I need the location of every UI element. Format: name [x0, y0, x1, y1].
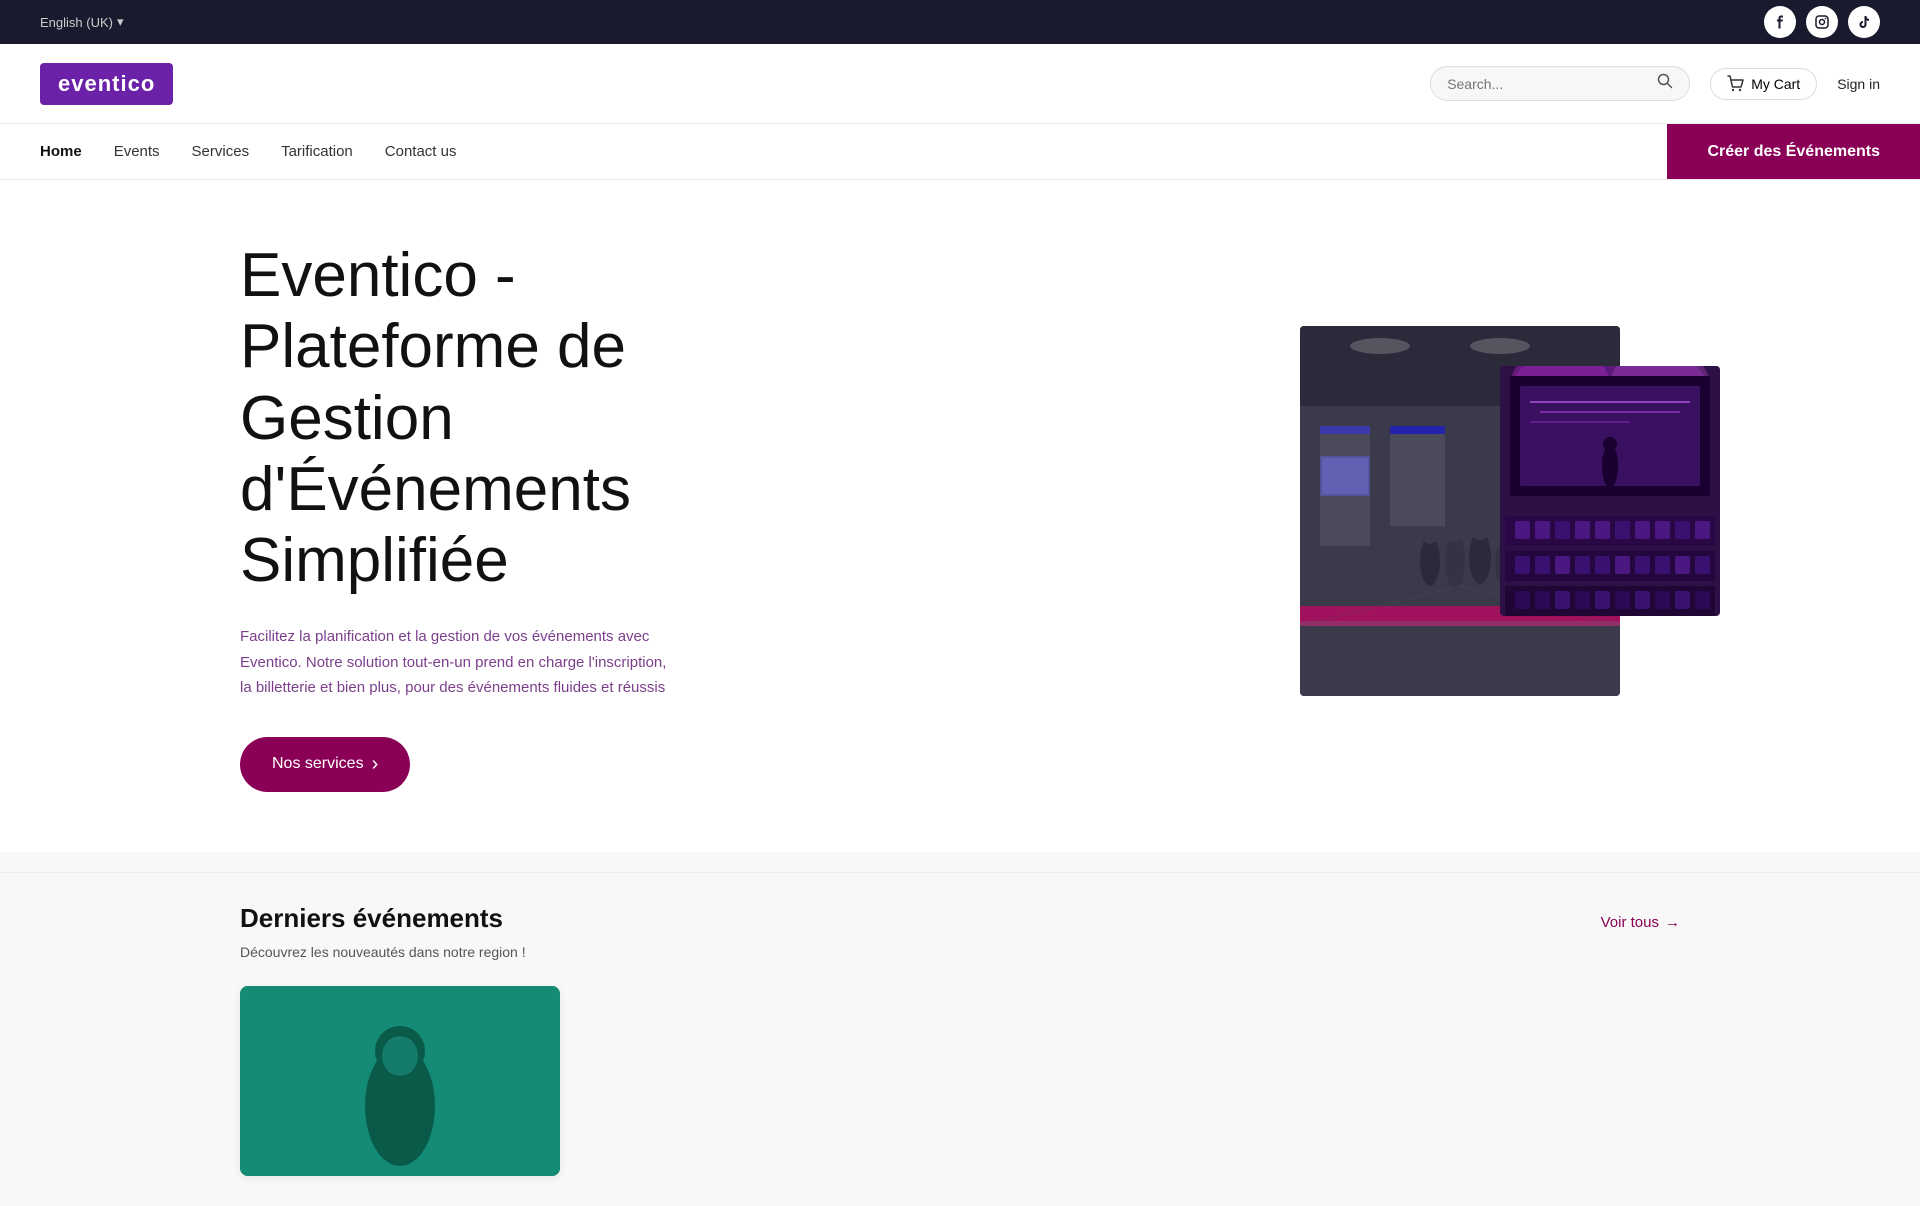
- nos-services-button[interactable]: Nos services ›: [240, 737, 410, 792]
- conference-image: [1500, 366, 1720, 616]
- see-all-arrow: →: [1665, 914, 1680, 931]
- nav-link-home[interactable]: Home: [40, 143, 82, 160]
- search-bar[interactable]: [1430, 66, 1690, 101]
- event-card[interactable]: [240, 986, 560, 1176]
- hero-text: Eventico - Plateforme de Gestion d'Événe…: [240, 240, 820, 792]
- search-input[interactable]: [1447, 76, 1649, 92]
- recent-events-subtitle: Découvrez les nouveautés dans notre regi…: [0, 944, 1920, 976]
- language-arrow: ▾: [117, 14, 124, 30]
- see-all-link[interactable]: Voir tous →: [1601, 914, 1680, 931]
- nav-links: Home Events Services Tarification Contac…: [0, 124, 1667, 179]
- top-bar: English (UK) ▾: [0, 0, 1920, 44]
- language-label: English (UK): [40, 15, 113, 30]
- facebook-icon[interactable]: [1764, 6, 1796, 38]
- create-events-button[interactable]: Créer des Événements: [1667, 124, 1920, 179]
- language-selector[interactable]: English (UK) ▾: [40, 14, 124, 30]
- nav-link-contact[interactable]: Contact us: [385, 143, 457, 160]
- recent-events-section: Derniers événements Voir tous → Découvre…: [0, 852, 1920, 1206]
- event-card-row: [0, 976, 1920, 1206]
- hero-image-overlay: [1500, 366, 1720, 616]
- nav: Home Events Services Tarification Contac…: [0, 124, 1920, 180]
- cart-button[interactable]: My Cart: [1710, 68, 1817, 100]
- recent-events-title: Derniers événements: [240, 903, 503, 934]
- hero-subtitle: Facilitez la planification et la gestion…: [240, 624, 680, 701]
- instagram-icon[interactable]: [1806, 6, 1838, 38]
- nav-link-events[interactable]: Events: [114, 143, 160, 160]
- nos-services-label: Nos services: [272, 755, 364, 773]
- hero-btn-arrow: ›: [372, 753, 379, 776]
- search-button[interactable]: [1657, 73, 1673, 94]
- cart-label: My Cart: [1751, 76, 1800, 92]
- recent-events-header: Derniers événements Voir tous →: [0, 872, 1920, 944]
- see-all-label: Voir tous: [1601, 914, 1659, 931]
- nav-link-tarification[interactable]: Tarification: [281, 143, 353, 160]
- hero-images: [1300, 326, 1720, 706]
- header-right: My Cart Sign in: [1430, 66, 1880, 101]
- signin-button[interactable]: Sign in: [1837, 76, 1880, 92]
- hero-section: Eventico - Plateforme de Gestion d'Événe…: [0, 180, 1920, 852]
- social-icons: [1764, 6, 1880, 38]
- nav-link-services[interactable]: Services: [192, 143, 250, 160]
- event-card-image: [240, 986, 560, 1176]
- header: eventico My Cart Sign in: [0, 44, 1920, 124]
- logo[interactable]: eventico: [40, 63, 173, 105]
- tiktok-icon[interactable]: [1848, 6, 1880, 38]
- hero-title: Eventico - Plateforme de Gestion d'Événe…: [240, 240, 820, 596]
